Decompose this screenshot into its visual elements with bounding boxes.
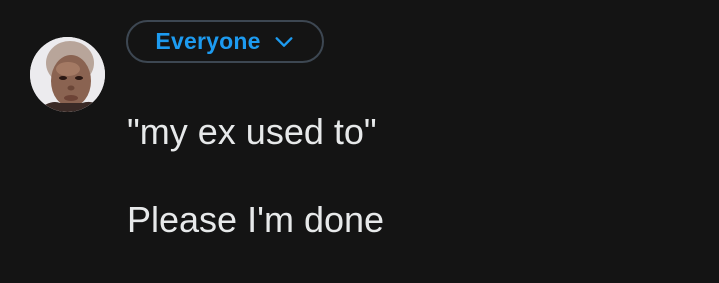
avatar[interactable] xyxy=(30,37,105,112)
post-text-area[interactable]: "my ex used to" Please I'm done xyxy=(127,107,687,245)
audience-selector-button[interactable]: Everyone xyxy=(126,20,324,63)
avatar-photo xyxy=(30,37,105,112)
post-text-line: Please I'm done xyxy=(127,199,385,240)
tweet-composer: Everyone "my ex used to" Please I'm done xyxy=(0,0,719,283)
post-text-line: "my ex used to" xyxy=(127,111,377,152)
audience-label: Everyone xyxy=(155,28,261,54)
chevron-down-icon xyxy=(275,36,293,47)
